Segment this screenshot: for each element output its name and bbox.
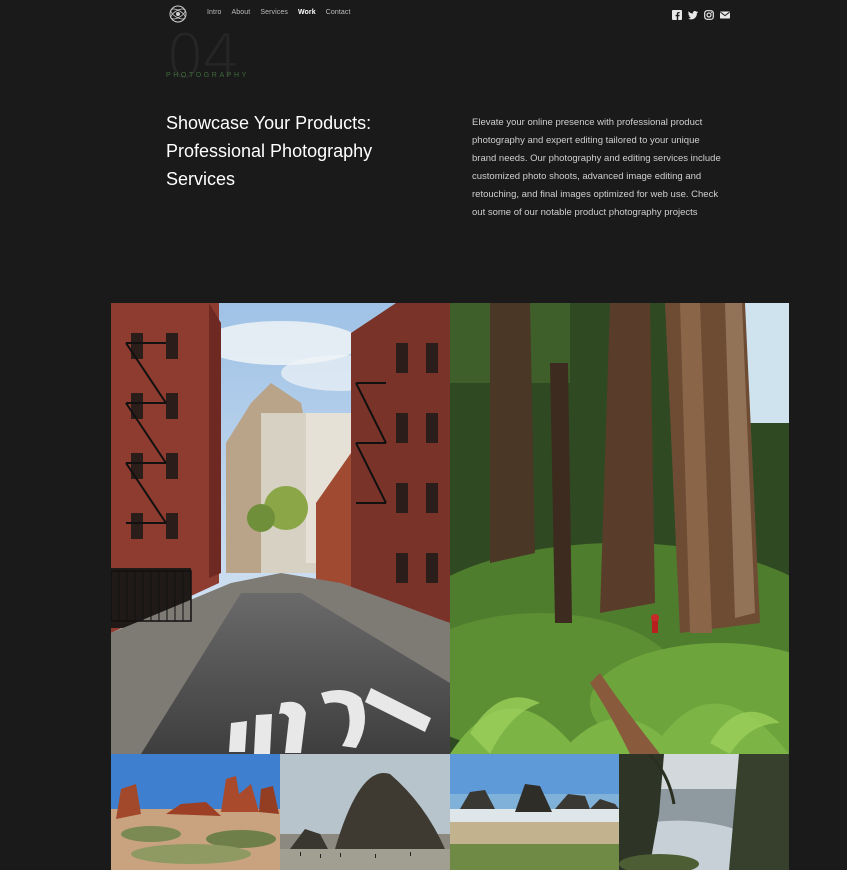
nav-link-services[interactable]: Services <box>260 9 288 16</box>
section-description: Elevate your online presence with profes… <box>472 117 721 218</box>
nav-link-about[interactable]: About <box>232 9 251 16</box>
twitter-icon[interactable] <box>687 9 698 20</box>
gallery-photo-haystack-rock-beach[interactable] <box>280 754 450 870</box>
gallery-photo-sea-stacks-beach[interactable] <box>450 754 619 870</box>
social-links <box>671 9 730 20</box>
gallery-photo-coastal-cliffs[interactable] <box>619 754 789 870</box>
nav-link-contact[interactable]: Contact <box>326 9 351 16</box>
photo-gallery <box>111 303 789 870</box>
nav-link-work[interactable]: Work <box>298 9 316 16</box>
gallery-photo-redwood-forest[interactable] <box>450 303 789 754</box>
logo-icon[interactable] <box>168 4 188 24</box>
top-nav: Intro About Services Work Contact <box>0 0 847 28</box>
section-eyebrow: PHOTOGRAPHY <box>166 72 249 79</box>
gallery-photo-city-street[interactable] <box>111 303 450 754</box>
nav-link-intro[interactable]: Intro <box>207 9 222 16</box>
mail-icon[interactable] <box>719 9 730 20</box>
nav-links: Intro About Services Work Contact <box>207 9 361 16</box>
gallery-photo-desert-rock-formations[interactable] <box>111 754 280 870</box>
page-title: Showcase Your Products: Professional Pho… <box>166 113 373 189</box>
instagram-icon[interactable] <box>703 9 714 20</box>
facebook-icon[interactable] <box>671 9 682 20</box>
